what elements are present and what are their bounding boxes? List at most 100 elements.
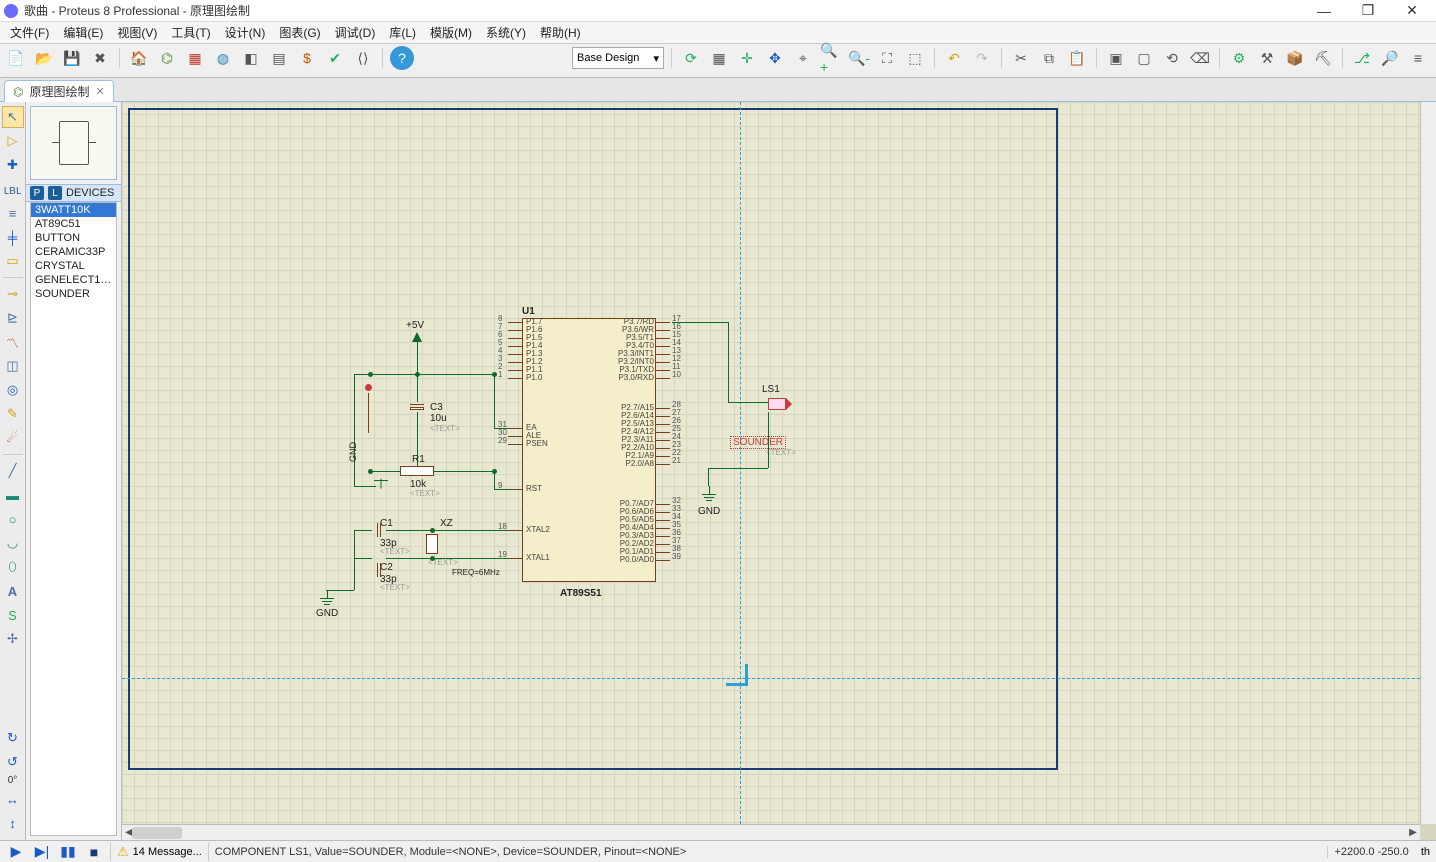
zoom-area-button[interactable]: ⬚ [903,46,927,70]
pcb-button[interactable]: ▦ [183,46,207,70]
block-move-button[interactable]: ▢ [1132,46,1156,70]
schematic-drawing[interactable]: U1 AT89S51 +5V [312,312,912,642]
make-device-button[interactable]: ⚒ [1255,46,1279,70]
help-button[interactable]: ? [390,46,414,70]
box-mode[interactable]: ▬ [2,484,24,506]
paste-button[interactable]: 📋 [1065,46,1089,70]
vertical-scrollbar[interactable] [1420,102,1436,824]
resistor-r1[interactable] [400,466,434,476]
select-mode[interactable]: ↖ [2,106,24,128]
instrument-mode[interactable]: ☄ [2,427,24,449]
schematic-button[interactable]: ⌬ [155,46,179,70]
gerber-button[interactable]: ◧ [239,46,263,70]
erc-button[interactable]: ✔ [323,46,347,70]
scrollbar-thumb[interactable] [132,827,182,839]
wire-tool-button[interactable]: ⎇ [1350,46,1374,70]
menu-帮助(H)[interactable]: 帮助(H) [534,22,587,43]
gnd-symbol[interactable] [702,486,716,501]
marker-mode[interactable]: ✢ [2,628,24,650]
menu-图表(G)[interactable]: 图表(G) [273,22,326,43]
pick-button[interactable]: ⚙ [1227,46,1251,70]
device-item[interactable]: SOUNDER [31,287,116,301]
terminal-mode[interactable]: ⊸ [2,283,24,305]
minimize-button[interactable]: — [1304,1,1344,21]
refresh-button[interactable]: ⟳ [679,46,703,70]
menu-文件(F)[interactable]: 文件(F) [4,22,55,43]
design-combo[interactable]: Base Design ▾ [572,47,664,69]
code-button[interactable]: ⟨⟩ [351,46,375,70]
maximize-button[interactable]: ❐ [1348,1,1388,21]
bom-button[interactable]: $ [295,46,319,70]
copy-button[interactable]: ⧉ [1037,46,1061,70]
pause-button[interactable]: ▮▮ [58,843,78,861]
grid-button[interactable]: ▦ [707,46,731,70]
bus-mode[interactable]: ╪ [2,226,24,248]
mirror-v-button[interactable]: ↕ [2,812,24,834]
pick-device-button[interactable]: P [30,186,44,200]
subcircuit-mode[interactable]: ▭ [2,250,24,272]
button-component[interactable] [364,384,374,408]
horizontal-scrollbar[interactable]: ◀ ▶ [122,824,1420,840]
menu-视图(V)[interactable]: 视图(V) [111,22,163,43]
decompose-button[interactable]: ⛏ [1311,46,1335,70]
pan-button[interactable]: ✥ [763,46,787,70]
mirror-h-button[interactable]: ↔ [2,788,24,810]
device-item[interactable]: GENELECT10U35V [31,273,116,287]
editing-canvas[interactable]: U1 AT89S51 +5V [122,102,1420,824]
search-button[interactable]: 🔎 [1378,46,1402,70]
sounder-ls1[interactable] [768,398,788,422]
block-rotate-button[interactable]: ⟲ [1160,46,1184,70]
device-item[interactable]: CRYSTAL [31,259,116,273]
home-button[interactable]: 🏠 [127,46,151,70]
capacitor-c3[interactable] [410,402,424,412]
generator-mode[interactable]: ◎ [2,379,24,401]
text-script-mode[interactable]: ≡ [2,202,24,224]
step-button[interactable]: ▶| [32,843,52,861]
design-explorer-button[interactable]: ▤ [267,46,291,70]
capacitor-c2[interactable] [375,563,383,577]
device-pins-mode[interactable]: ⊵ [2,307,24,329]
menu-库(L)[interactable]: 库(L) [383,22,422,43]
junction-mode[interactable]: ✚ [2,154,24,176]
gnd-symbol[interactable] [374,480,388,484]
device-item[interactable]: BUTTON [31,231,116,245]
property-button[interactable]: ≡ [1406,46,1430,70]
new-file-button[interactable]: 📄 [4,46,28,70]
component-mode[interactable]: ▷ [2,130,24,152]
scroll-right-icon[interactable]: ▶ [1406,826,1420,840]
device-item[interactable]: AT89C51 [31,217,116,231]
close-button-tb[interactable]: ✖ [88,46,112,70]
menu-调试(D)[interactable]: 调试(D) [329,22,382,43]
zoom-out-button[interactable]: 🔍- [847,46,871,70]
device-item[interactable]: CERAMIC33P [31,245,116,259]
menu-模版(M)[interactable]: 模版(M) [424,22,478,43]
path-mode[interactable]: ⬯ [2,556,24,578]
undo-button[interactable]: ↶ [942,46,966,70]
label-mode[interactable]: ʟʙʟ [2,178,24,200]
three-d-button[interactable]: ◍ [211,46,235,70]
messages-button[interactable]: ⚠ 14 Message... [110,843,209,861]
menu-工具(T)[interactable]: 工具(T) [165,22,216,43]
block-copy-button[interactable]: ▣ [1104,46,1128,70]
save-button[interactable]: 💾 [60,46,84,70]
redo-button[interactable]: ↷ [970,46,994,70]
tab-schematic[interactable]: ⌬ 原理图绘制 ✕ [4,80,114,102]
menu-系统(Y)[interactable]: 系统(Y) [480,22,532,43]
menu-编辑(E)[interactable]: 编辑(E) [57,22,109,43]
gnd-symbol[interactable] [320,590,334,605]
rotate-ccw-button[interactable]: ↺ [2,751,24,773]
power-symbol[interactable] [412,332,422,342]
tape-mode[interactable]: ◫ [2,355,24,377]
device-item[interactable]: 3WATT10K [31,203,116,217]
text-mode[interactable]: A [2,580,24,602]
tab-close-icon[interactable]: ✕ [96,85,105,98]
capacitor-c1[interactable] [375,523,383,537]
rotate-cw-button[interactable]: ↻ [2,727,24,749]
zoom-center-button[interactable]: ⌖ [791,46,815,70]
symbol-mode[interactable]: S [2,604,24,626]
zoom-in-button[interactable]: 🔍+ [819,46,843,70]
pkg-button[interactable]: 📦 [1283,46,1307,70]
graph-mode[interactable]: 〽 [2,331,24,353]
circle-mode[interactable]: ○ [2,508,24,530]
crystal-xz[interactable] [426,534,438,554]
